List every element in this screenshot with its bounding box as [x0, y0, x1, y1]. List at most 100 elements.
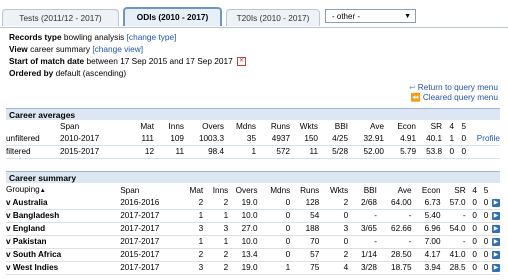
cell: 2017-2017 — [120, 209, 177, 223]
cell: 4 — [319, 261, 349, 275]
start-date-value: between 17 Sep 2015 and 17 Sep 2017 — [86, 56, 233, 66]
cell: 128 — [290, 197, 320, 210]
cell: 0 — [454, 133, 466, 146]
grouping-link[interactable]: v South Africa — [6, 248, 121, 262]
grouping-link[interactable]: v West Indies — [6, 261, 121, 275]
cell: 2 — [319, 248, 349, 262]
career-summary-header: Career summary — [6, 171, 500, 183]
col-econ: Econ — [411, 184, 441, 197]
cell: 1/14 — [348, 248, 377, 262]
play-icon[interactable]: ▶ — [492, 211, 500, 220]
col-mat: Mat — [176, 184, 204, 197]
cell: 0 — [476, 235, 489, 249]
career-averages-header: Career averages — [6, 108, 500, 120]
start-date-label: Start of match date — [9, 56, 85, 66]
cell: 2/68 — [348, 197, 377, 210]
cell: 1 — [203, 235, 229, 249]
cell: 54 — [290, 209, 320, 223]
profile-link[interactable]: Profile — [477, 134, 500, 143]
col-bbi: BBI — [318, 121, 348, 133]
tab-t20is-label: T20Is (2010 - 2017) — [236, 13, 310, 23]
return-query-link[interactable]: ↩ Return to query menu — [409, 82, 498, 92]
cell: 5.40 — [411, 209, 441, 223]
cell: 2015-2017 — [120, 248, 177, 262]
cell: 111 — [126, 133, 154, 146]
return-query-label: Return to query menu — [417, 82, 498, 92]
col-overs: Overs — [228, 184, 258, 197]
cell: 2 — [176, 197, 204, 210]
tab-odis[interactable]: ODIs (2010 - 2017) — [123, 7, 222, 26]
cell: 0 — [442, 145, 454, 159]
cleared-query-link[interactable]: ⏪ Cleared query menu — [411, 92, 498, 102]
col-wkts: Wkts — [290, 121, 318, 133]
row-action: ▶ — [488, 197, 500, 210]
change-type-link[interactable]: [change type] — [127, 32, 177, 42]
remove-filter-icon[interactable]: ✕ — [237, 57, 247, 67]
cell: 12 — [126, 145, 154, 159]
col-ave: Ave — [376, 184, 412, 197]
tab-tests-label: Tests (2011/12 - 2017) — [19, 13, 102, 23]
grouping-link[interactable]: v Pakistan — [6, 235, 121, 249]
col-4: 4 — [442, 121, 454, 133]
grouping-link[interactable]: v Australia — [6, 197, 121, 210]
cell: 188 — [290, 222, 320, 236]
career-summary-body: v Australia 2016-2016 2 2 19.0 0 128 2 2/68 64.00… — [6, 197, 500, 275]
cell: 0 — [465, 222, 477, 236]
cell: 150 — [290, 133, 318, 146]
cell: 2016-2016 — [120, 197, 177, 210]
play-icon[interactable]: ▶ — [492, 224, 500, 233]
cell: 3.94 — [411, 261, 441, 275]
grouping-link[interactable]: v England — [6, 222, 121, 236]
row-action: ▶ — [488, 235, 500, 249]
change-view-link[interactable]: [change view] — [92, 44, 143, 54]
cell: 41.0 — [440, 248, 466, 262]
tab-t20is[interactable]: T20Is (2010 - 2017) — [226, 9, 320, 26]
return-arrow-icon: ↩ — [409, 83, 416, 92]
cell: 4/25 — [318, 133, 348, 146]
career-summary-header-row: Grouping▲ Span Mat Inns Overs Mdns Runs … — [6, 184, 500, 197]
cell: 62.66 — [376, 222, 412, 236]
col-5: 5 — [476, 184, 489, 197]
cell: 6.96 — [411, 222, 441, 236]
cell: 0 — [257, 235, 291, 249]
cell: 1 — [176, 209, 204, 223]
view-label: View — [9, 44, 28, 54]
col-span: Span — [120, 184, 177, 197]
records-type-line: Records type bowling analysis [change ty… — [9, 32, 176, 43]
row-action: ▶ — [488, 222, 500, 236]
grouping-header[interactable]: Grouping▲ — [6, 184, 121, 197]
cell: 0 — [465, 197, 477, 210]
col-empty — [6, 121, 60, 133]
other-format-select[interactable]: - other - ▼ — [325, 9, 416, 23]
cell: 11 — [154, 145, 184, 159]
cell: 3/28 — [348, 261, 377, 275]
play-icon[interactable]: ▶ — [492, 263, 500, 272]
cell: 7.00 — [411, 235, 441, 249]
play-icon[interactable]: ▶ — [492, 237, 500, 246]
records-type-value: bowling analysis — [63, 32, 125, 42]
cell: 0 — [319, 235, 349, 249]
chevron-down-icon: ▼ — [404, 13, 411, 20]
cell: 572 — [256, 145, 290, 159]
col-sr: SR — [440, 184, 466, 197]
cell: 2 — [319, 197, 349, 210]
ordered-by-line: Ordered by default (ascending) — [9, 68, 126, 79]
cell: 0 — [476, 197, 489, 210]
cell: 1 — [442, 133, 454, 146]
col-ave: Ave — [348, 121, 384, 133]
cell: 4937 — [256, 133, 290, 146]
row-action: ▶ — [488, 248, 500, 262]
ordered-by-value: default (ascending) — [55, 68, 127, 78]
col-runs: Runs — [290, 184, 320, 197]
cell: 0 — [465, 209, 477, 223]
cell — [466, 145, 500, 159]
col-inns: Inns — [203, 184, 229, 197]
grouping-link[interactable]: v Bangladesh — [6, 209, 121, 223]
cell: 35 — [224, 133, 256, 146]
cell: 0 — [465, 248, 477, 262]
col-overs: Overs — [184, 121, 224, 133]
play-icon[interactable]: ▶ — [492, 250, 500, 259]
play-icon[interactable]: ▶ — [492, 198, 500, 207]
tab-tests[interactable]: Tests (2011/12 - 2017) — [2, 9, 119, 26]
table-row: v Pakistan 2017-2017 1 1 10.0 0 70 0- -7.00-0 0 ▶ — [6, 235, 500, 249]
